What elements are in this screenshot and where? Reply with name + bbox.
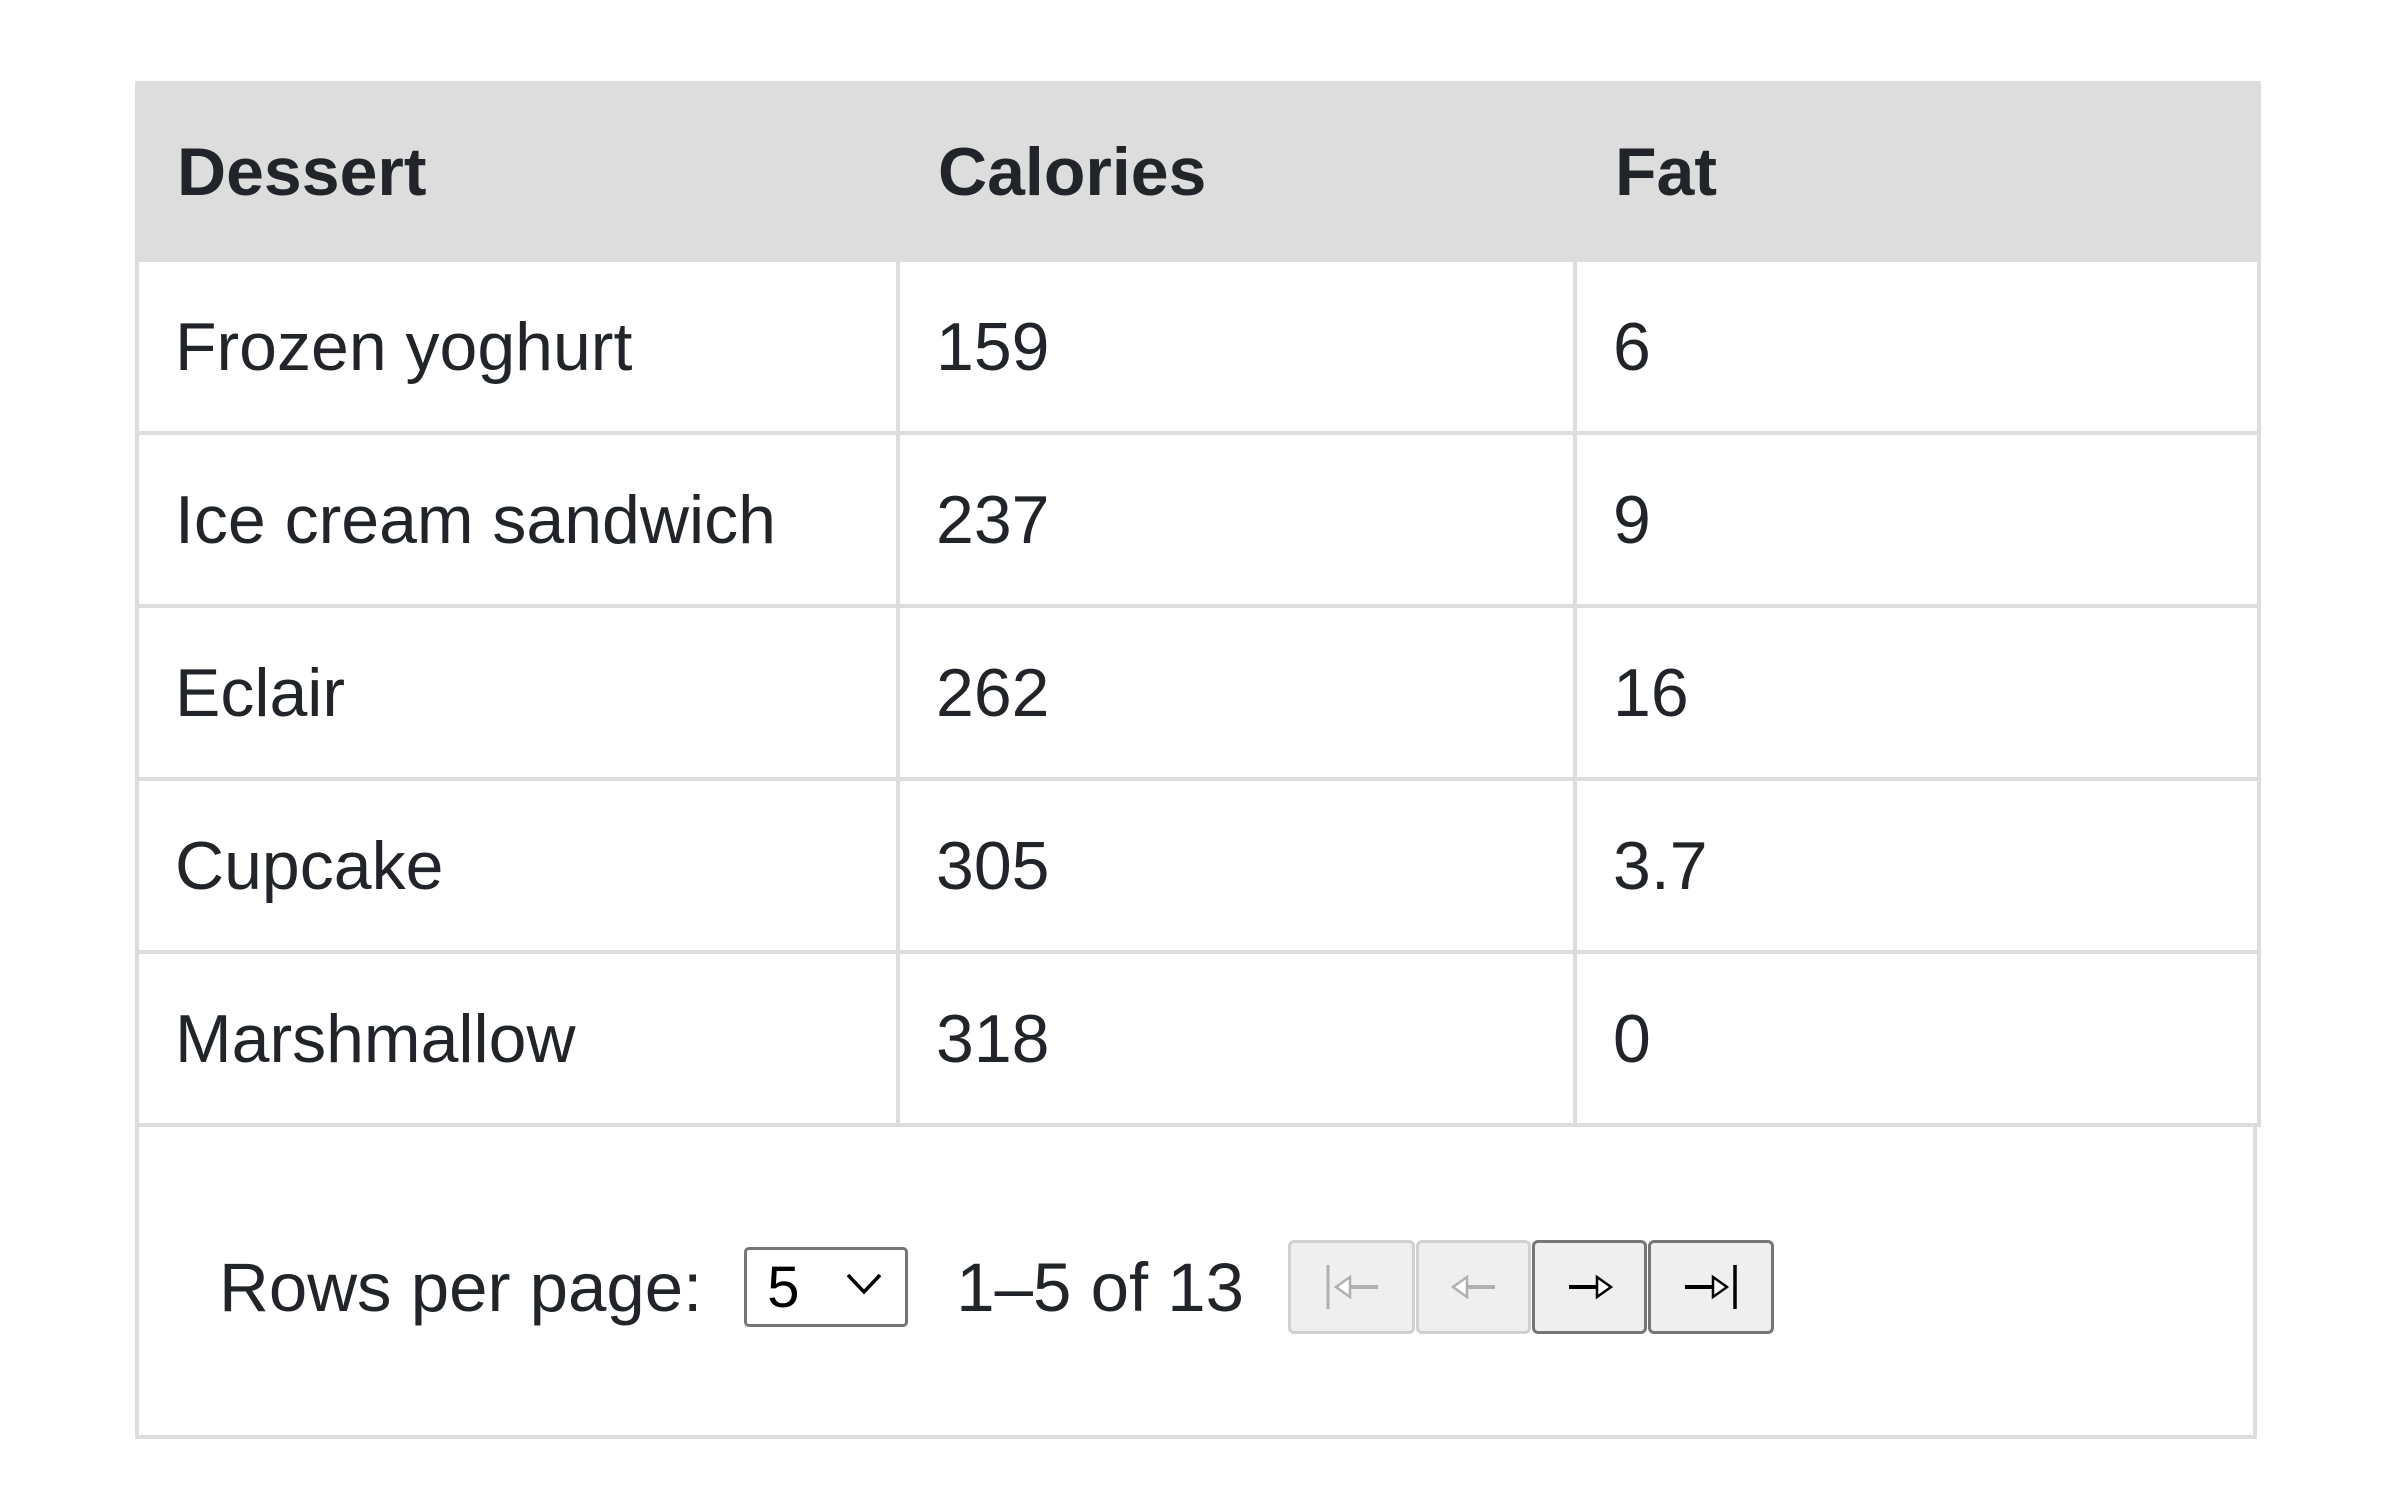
cell-dessert: Marshmallow xyxy=(135,950,900,1127)
table-row: Eclair 262 16 xyxy=(135,604,2261,781)
cell-fat: 0 xyxy=(1573,950,2261,1127)
cell-fat: 6 xyxy=(1573,258,2261,435)
table-footer: Rows per page: 5 1–5 of 13 xyxy=(135,1127,2257,1439)
cell-fat: 9 xyxy=(1573,431,2261,608)
table-row: Cupcake 305 3.7 xyxy=(135,777,2261,954)
page-navigation xyxy=(1288,1240,1775,1334)
cell-calories: 318 xyxy=(896,950,1577,1127)
previous-page-button[interactable] xyxy=(1416,1240,1532,1334)
column-header-fat[interactable]: Fat xyxy=(1573,81,2261,262)
desserts-table-container: Dessert Calories Fat Frozen yoghurt 159 … xyxy=(135,81,2261,1439)
first-page-icon xyxy=(1326,1265,1378,1309)
first-page-button[interactable] xyxy=(1288,1240,1416,1334)
cell-calories: 262 xyxy=(896,604,1577,781)
cell-dessert: Ice cream sandwich xyxy=(135,431,900,608)
header-row: Dessert Calories Fat xyxy=(135,81,2261,262)
cell-dessert: Eclair xyxy=(135,604,900,781)
cell-calories: 305 xyxy=(896,777,1577,954)
pagination-controls: Rows per page: 5 1–5 of 13 xyxy=(219,1239,1775,1335)
chevron-down-icon xyxy=(847,1273,882,1295)
column-header-dessert[interactable]: Dessert xyxy=(135,81,900,262)
last-page-icon xyxy=(1685,1265,1737,1309)
table-row: Frozen yoghurt 159 6 xyxy=(135,258,2261,435)
cell-dessert: Cupcake xyxy=(135,777,900,954)
rows-per-page-select[interactable]: 5 xyxy=(744,1247,909,1327)
table-row: Marshmallow 318 0 xyxy=(135,950,2261,1127)
cell-calories: 237 xyxy=(896,431,1577,608)
cell-calories: 159 xyxy=(896,258,1577,435)
rows-per-page-label: Rows per page: xyxy=(219,1248,703,1326)
table-header: Dessert Calories Fat xyxy=(135,81,2261,262)
table-row: Ice cream sandwich 237 9 xyxy=(135,431,2261,608)
next-page-icon xyxy=(1568,1274,1613,1300)
cell-fat: 3.7 xyxy=(1573,777,2261,954)
previous-page-icon xyxy=(1450,1274,1495,1300)
cell-fat: 16 xyxy=(1573,604,2261,781)
next-page-button[interactable] xyxy=(1532,1240,1648,1334)
last-page-button[interactable] xyxy=(1648,1240,1775,1334)
rows-per-page-value: 5 xyxy=(767,1254,800,1320)
desserts-table: Dessert Calories Fat Frozen yoghurt 159 … xyxy=(135,81,2261,1127)
column-header-calories[interactable]: Calories xyxy=(896,81,1577,262)
cell-dessert: Frozen yoghurt xyxy=(135,258,900,435)
page-range-text: 1–5 of 13 xyxy=(956,1248,1245,1326)
table-body: Frozen yoghurt 159 6 Ice cream sandwich … xyxy=(135,258,2261,1127)
